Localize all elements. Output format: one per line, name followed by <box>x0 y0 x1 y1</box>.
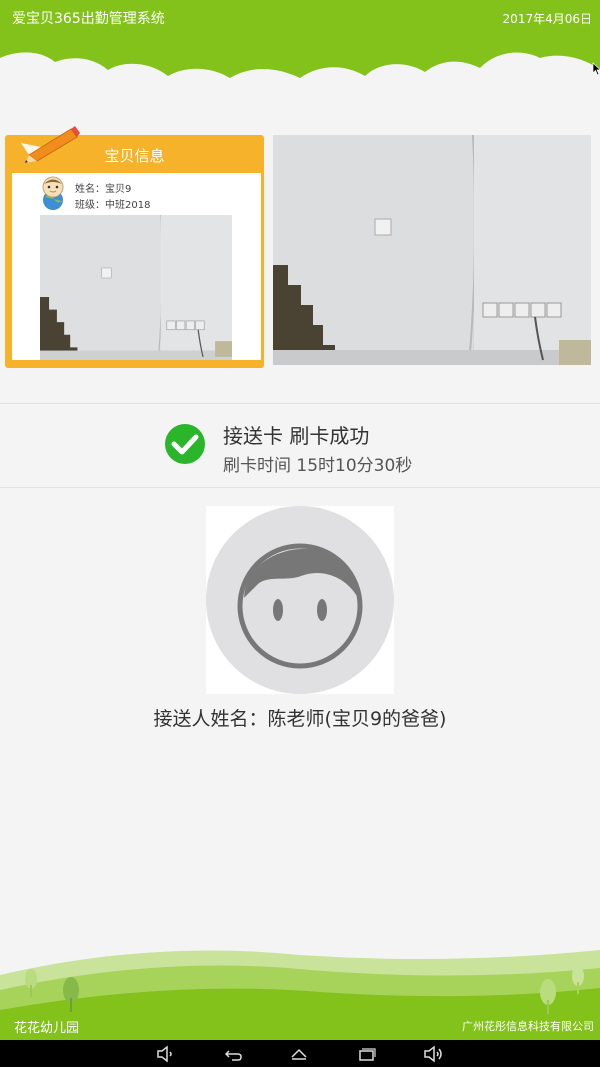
divider-bottom <box>0 487 600 488</box>
baby-info-title: 宝贝信息 <box>104 147 165 165</box>
recent-apps-icon[interactable] <box>355 1044 377 1064</box>
baby-name: 姓名：宝贝9 <box>75 184 132 195</box>
volume-up-icon[interactable] <box>422 1044 444 1064</box>
footer-banner: 花花幼儿园 广州花彤信息科技有限公司 <box>0 930 600 1040</box>
baby-class: 班级：中班2018 <box>75 200 151 211</box>
baby-info-card: 宝贝信息 姓名：宝贝9 班级：中班2018 <box>5 126 264 368</box>
volume-down-icon[interactable] <box>155 1044 177 1064</box>
header-date: 2017年4月06日 <box>502 12 592 26</box>
camera-photo <box>273 135 591 365</box>
swipe-status: 接送卡 刷卡成功 <box>223 424 370 448</box>
pickup-person-name: 接送人姓名：陈老师(宝贝9的爸爸) <box>153 708 447 730</box>
baby-snapshot-photo <box>40 215 232 360</box>
cursor-icon <box>592 62 600 76</box>
company-name: 广州花彤信息科技有限公司 <box>462 1020 594 1033</box>
system-nav-bar <box>0 1040 600 1067</box>
default-avatar-icon <box>206 506 394 694</box>
school-name: 花花幼儿园 <box>14 1021 80 1036</box>
baby-avatar-icon <box>42 176 64 210</box>
back-icon[interactable] <box>222 1044 244 1064</box>
home-icon[interactable] <box>288 1044 310 1064</box>
swipe-time: 刷卡时间 15时10分30秒 <box>223 456 413 476</box>
app-title: 爱宝贝365出勤管理系统 <box>12 11 165 27</box>
baby-info-panel: 姓名：宝贝9 班级：中班2018 <box>12 173 261 360</box>
divider-top <box>0 403 600 404</box>
header-banner: 爱宝贝365出勤管理系统 2017年4月06日 <box>0 0 600 110</box>
check-circle-icon <box>165 424 205 464</box>
